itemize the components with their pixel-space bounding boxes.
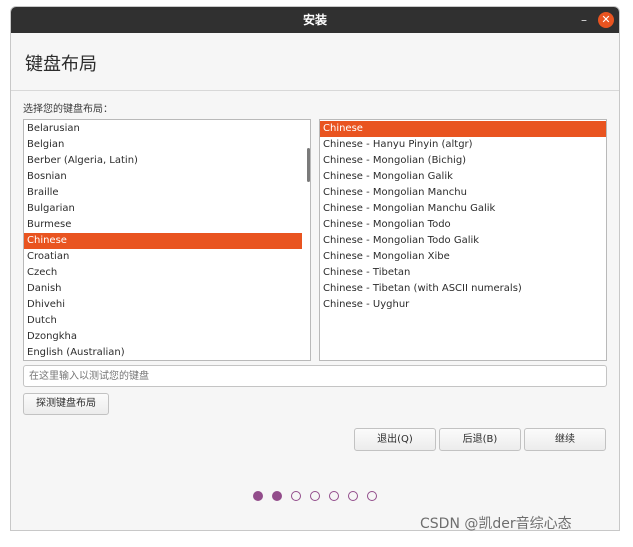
keyboard-variant-rows: Chinese Chinese - Hanyu Pinyin (altgr) Chi… bbox=[320, 121, 606, 313]
layout-list-item[interactable]: Bulgarian bbox=[24, 201, 302, 217]
csdn-watermark: CSDN @凯der音综心态 bbox=[420, 516, 572, 532]
variant-list-item[interactable]: Chinese - Mongolian Xibe bbox=[320, 249, 606, 265]
variant-list-item[interactable]: Chinese - Tibetan (with ASCII numerals) bbox=[320, 281, 606, 297]
layout-list-item[interactable]: Bosnian bbox=[24, 169, 302, 185]
variant-list-item[interactable]: Chinese - Uyghur bbox=[320, 297, 606, 313]
keyboard-layout-list[interactable]: Belarusian Belgian Berber (Algeria, Latin)… bbox=[23, 119, 311, 361]
variant-list-item[interactable]: Chinese - Mongolian Manchu Galik bbox=[320, 201, 606, 217]
step-progress-dots bbox=[253, 491, 383, 503]
quit-button[interactable]: 退出(Q) bbox=[354, 428, 436, 451]
progress-dot bbox=[272, 491, 282, 501]
continue-button[interactable]: 继续 bbox=[524, 428, 606, 451]
back-button[interactable]: 后退(B) bbox=[439, 428, 521, 451]
layout-list-item[interactable]: Burmese bbox=[24, 217, 302, 233]
minimize-icon[interactable]: – bbox=[576, 12, 592, 28]
variant-list-item[interactable]: Chinese - Mongolian Todo Galik bbox=[320, 233, 606, 249]
layout-list-caption: 选择您的键盘布局： bbox=[23, 104, 113, 115]
variant-list-item[interactable]: Chinese - Mongolian (Bichig) bbox=[320, 153, 606, 169]
keyboard-test-input[interactable] bbox=[23, 365, 607, 387]
variant-list-item[interactable]: Chinese - Mongolian Todo bbox=[320, 217, 606, 233]
layout-list-item[interactable]: Berber (Algeria, Latin) bbox=[24, 153, 302, 169]
layout-list-item[interactable]: Dutch bbox=[24, 313, 302, 329]
variant-list-item[interactable]: Chinese - Mongolian Galik bbox=[320, 169, 606, 185]
layout-list-item[interactable]: Chinese bbox=[24, 233, 302, 249]
installer-window: 安装 – ✕ 键盘布局 选择您的键盘布局： Belarusian Belgian B… bbox=[10, 6, 620, 531]
layout-list-item[interactable]: Belarusian bbox=[24, 121, 302, 137]
keyboard-layout-rows: Belarusian Belgian Berber (Algeria, Latin)… bbox=[24, 121, 302, 360]
progress-dot bbox=[367, 491, 377, 501]
layout-list-scrollbar[interactable] bbox=[307, 148, 310, 182]
progress-dot bbox=[253, 491, 263, 501]
layout-list-item[interactable]: Croatian bbox=[24, 249, 302, 265]
layout-list-item[interactable]: Belgian bbox=[24, 137, 302, 153]
progress-dot bbox=[329, 491, 339, 501]
progress-dot bbox=[291, 491, 301, 501]
progress-dot bbox=[348, 491, 358, 501]
variant-list-item[interactable]: Chinese - Tibetan bbox=[320, 265, 606, 281]
layout-list-item[interactable]: Dzongkha bbox=[24, 329, 302, 345]
layout-list-item[interactable]: Czech bbox=[24, 265, 302, 281]
layout-list-item[interactable]: Danish bbox=[24, 281, 302, 297]
layout-list-item[interactable]: Braille bbox=[24, 185, 302, 201]
window-title: 安装 bbox=[302, 13, 327, 27]
layout-list-item[interactable]: English (Australian) bbox=[24, 345, 302, 360]
variant-list-item[interactable]: Chinese - Hanyu Pinyin (altgr) bbox=[320, 137, 606, 153]
detect-layout-button[interactable]: 探测键盘布局 bbox=[23, 393, 109, 415]
page-title: 键盘布局 bbox=[25, 54, 97, 75]
progress-dot bbox=[310, 491, 320, 501]
close-icon[interactable]: ✕ bbox=[598, 12, 614, 28]
title-bar: 安装 – ✕ bbox=[11, 7, 619, 33]
variant-list-item[interactable]: Chinese - Mongolian Manchu bbox=[320, 185, 606, 201]
layout-list-item[interactable]: Dhivehi bbox=[24, 297, 302, 313]
variant-list-item[interactable]: Chinese bbox=[320, 121, 606, 137]
header-divider bbox=[11, 90, 619, 91]
keyboard-variant-list[interactable]: Chinese Chinese - Hanyu Pinyin (altgr) Chi… bbox=[319, 119, 607, 361]
